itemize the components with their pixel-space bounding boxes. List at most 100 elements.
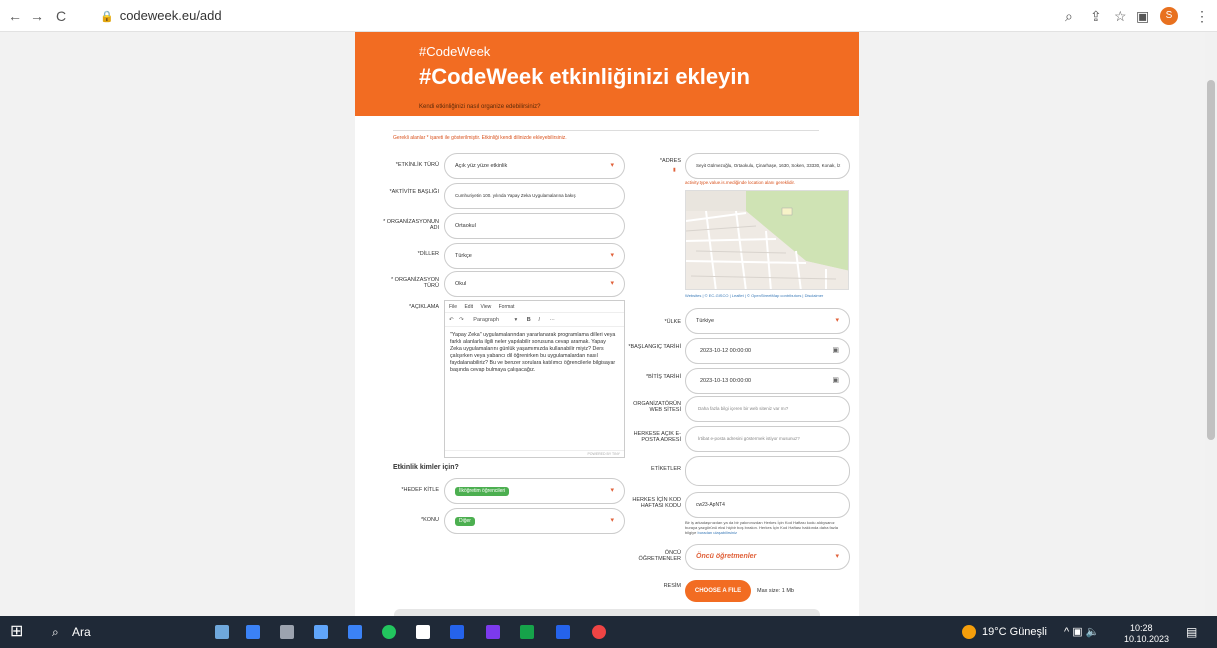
taskbar-search[interactable]: Ara [72,623,91,641]
start-date-input[interactable]: 2023-10-12 00:00:00 ▣ [685,338,850,364]
taskview-icon[interactable] [280,625,294,639]
country-select[interactable]: Türkiye ▾ [685,308,850,334]
activity-type-label: *ETKİNLİK TÜRÜ [395,162,439,168]
page-scrollbar[interactable] [1205,32,1217,616]
editor-menubar: File Edit View Format [445,301,624,313]
tray-icons[interactable]: ^ ▣ 🔈 [1064,623,1099,641]
topic-tag[interactable]: Diğer [455,517,475,526]
editor-text[interactable]: "Yapay Zeka" uygulamalarından yararlanar… [445,327,624,379]
map-attribution: Websites | © EC-GISCO | Leaflet | © Open… [685,293,824,298]
app-icon[interactable] [486,625,500,639]
leading-teachers-placeholder: Öncü öğretmenler [696,553,757,560]
italic-icon[interactable]: I [538,317,540,323]
org-type-select[interactable]: Okul ▾ [444,271,625,297]
share-icon[interactable]: ⇪ [1090,7,1102,25]
address-bar[interactable]: 🔒 codeweek.eu/add [100,6,222,26]
org-type-label: * ORGANİZASYON TÜRÜ [391,277,439,289]
chevron-down-icon: ▾ [835,317,839,324]
editor-menu-format[interactable]: Format [499,304,515,310]
tags-input[interactable] [685,456,850,486]
website-label: ORGANİZATÖRÜN WEB SİTESİ [633,401,681,413]
reload-button[interactable]: C [56,7,66,25]
editor-menu-edit[interactable]: Edit [464,304,473,310]
back-button[interactable]: ← [8,7,22,25]
leading-teachers-select[interactable]: Öncü öğretmenler ▾ [685,544,850,570]
browser-toolbar: ← → C 🔒 codeweek.eu/add ⌕ ⇪ ☆ ▣ S ⋮ [0,0,1217,32]
start-date-label: *BAŞLANGIÇ TARİHİ [628,344,681,350]
editor-menu-file[interactable]: File [449,304,457,310]
map-graphic [686,191,848,289]
block-format-select[interactable]: Paragraph [473,317,499,323]
chrome-icon[interactable] [592,625,606,639]
document-icon[interactable] [416,625,430,639]
required-note: Gerekli alanlar * işareti ile gösterilmi… [393,135,567,141]
code-help-link[interactable]: buradan ulaşabilirsiniz [697,530,737,535]
email-placeholder: İrtibat e-posta adresini göstermek istiy… [698,436,800,441]
code-value: cw23-ApNT4 [696,502,725,508]
org-name-input[interactable]: Ortaokul [444,213,625,239]
profile-avatar[interactable]: S [1160,7,1178,25]
app-icon[interactable] [246,625,260,639]
activity-title-input[interactable]: Cumhuriyetin 100. yılında Yapay Zeka Uyg… [444,183,625,209]
weather-icon [962,625,976,639]
store-icon[interactable] [348,625,362,639]
weather-text[interactable]: 19°C Güneşli [982,623,1047,641]
bold-icon[interactable]: B [527,317,531,323]
clock-date[interactable]: 10.10.2023 [1124,630,1169,648]
banner-hashtag: #CodeWeek [419,44,491,59]
howto-link[interactable]: Kendi etkinliğinizi nasıl organize edebi… [419,104,540,110]
activity-type-select[interactable]: Açık yüz yüze etkinlik ▾ [444,153,625,179]
sidepanel-icon[interactable]: ▣ [1136,7,1149,25]
more-icon[interactable]: ··· [549,317,555,323]
address-input[interactable]: Seyit Gülmezoğlu, Ortaokulu, Çinarhaşe, … [685,153,850,179]
editor-menu-view[interactable]: View [480,304,491,310]
calendar-icon[interactable]: ▣ [832,369,839,393]
description-editor[interactable]: File Edit View Format ↶ ↷ Paragraph ▾ B … [444,300,625,458]
chevron-down-icon: ▾ [610,252,614,259]
chevron-down-icon: ▾ [610,517,614,524]
end-date-input[interactable]: 2023-10-13 00:00:00 ▣ [685,368,850,394]
bookmark-star-icon[interactable]: ☆ [1114,7,1127,25]
redo-icon[interactable]: ↷ [459,317,464,323]
end-date-value: 2023-10-13 00:00:00 [700,378,752,384]
word-icon[interactable] [556,625,570,639]
website-input[interactable]: Daha fazla bilgi içeren bir web siteniz … [685,396,850,422]
leading-teachers-label: ÖNCÜ ÖĞRETMENLER [638,550,681,562]
topic-select[interactable]: Diğer ▾ [444,508,625,534]
mail-icon[interactable] [450,625,464,639]
email-input[interactable]: İrtibat e-posta adresini göstermek istiy… [685,426,850,452]
forward-button[interactable]: → [30,7,44,25]
search-icon[interactable]: ⌕ [52,623,59,641]
org-type-value: Okul [455,281,467,287]
widget-icon[interactable] [215,625,229,639]
description-label: *AÇIKLAMA [409,304,439,310]
page-content: #CodeWeek #CodeWeek etkinliğinizi ekleyi… [0,32,1205,616]
location-map[interactable] [685,190,849,290]
code-input[interactable]: cw23-ApNT4 [685,492,850,518]
windows-start-icon[interactable]: ⊞ [10,623,23,641]
explorer-icon[interactable] [314,625,328,639]
languages-label: *DİLLER [417,251,439,257]
start-date-value: 2023-10-12 00:00:00 [700,348,752,354]
zoom-icon[interactable]: ⌕ [1065,7,1073,25]
address-value: Seyit Gülmezoğlu, Ortaokulu, Çinarhaşe, … [696,163,841,168]
menu-dots-icon[interactable]: ⋮ [1195,7,1209,25]
excel-icon[interactable] [520,625,534,639]
undo-icon[interactable]: ↶ [449,317,454,323]
end-date-label: *BİTİŞ TARİHİ [646,374,681,380]
choose-file-button[interactable]: CHOOSE A FILE [685,580,751,602]
scrollbar-thumb[interactable] [1207,80,1215,440]
address-error: activity.type.value.is.mediğinde locatio… [685,180,795,185]
activity-title-label: *AKTİVİTE BAŞLIĞI [389,189,439,195]
windows-taskbar: ⊞ ⌕ Ara 19°C Güneşli ^ ▣ 🔈 10:28 10.10.2… [0,616,1217,648]
audience-tag[interactable]: İlköğretim öğrencileri [455,487,510,496]
tags-label: ETİKETLER [651,466,681,472]
for-whom-heading: Etkinlik kimler için? [393,464,459,471]
edge-icon[interactable] [382,625,396,639]
languages-value: Türkçe [455,253,472,259]
notification-icon[interactable]: ▤ [1186,623,1197,641]
languages-select[interactable]: Türkçe ▾ [444,243,625,269]
calendar-icon[interactable]: ▣ [832,339,839,363]
audience-select[interactable]: İlköğretim öğrencileri ▾ [444,478,625,504]
address-label: *ADRES [659,158,681,164]
